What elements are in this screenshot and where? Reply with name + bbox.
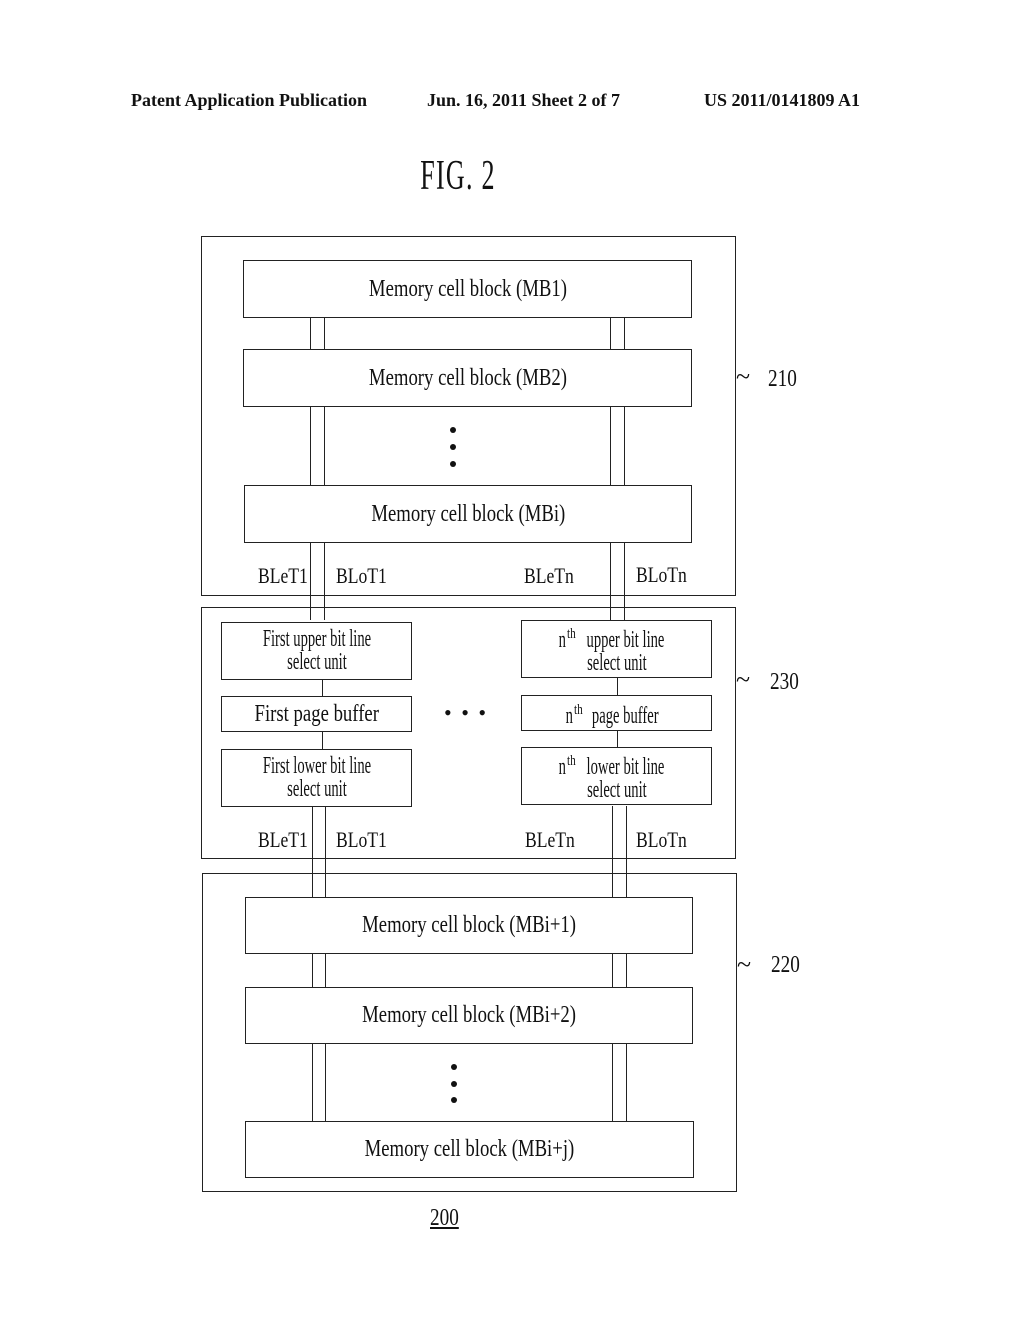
n-label: n (558, 627, 566, 653)
th-superscript: th (574, 701, 583, 718)
nth-page-buffer: nth page buffer (521, 695, 712, 731)
memory-cell-block-mb2: Memory cell block (MB2) (243, 349, 692, 407)
unit-label: nth upper bit line select unit (558, 623, 676, 675)
connector (617, 678, 618, 695)
bitline-label-bleT1: BLeT1 (258, 563, 308, 588)
figure-reference-200: 200 (430, 1205, 459, 1231)
vertical-ellipsis-dot (450, 427, 456, 433)
unit-label-line2: select unit (286, 649, 347, 675)
memory-cell-block-mbi-plus-j: Memory cell block (MBi+j) (245, 1121, 694, 1178)
n-label: n (565, 702, 574, 729)
unit-label-line2: select unit (586, 777, 647, 803)
reference-210: 210 (768, 366, 797, 392)
block-label: Memory cell block (MBi) (371, 500, 565, 527)
first-page-buffer: First page buffer (221, 696, 412, 732)
unit-label-line1: First lower bit line (262, 753, 371, 779)
bitline-label-bloTn: BLoTn (636, 562, 687, 587)
vertical-ellipsis-dot (450, 444, 456, 450)
leader-tilde: ~ (736, 362, 751, 391)
nth-lower-bit-line-select-unit: nth lower bit line select unit (521, 747, 712, 805)
vertical-ellipsis-dot (451, 1097, 457, 1103)
first-upper-bit-line-select-unit: First upper bit line select unit (221, 622, 412, 680)
connector (322, 731, 323, 749)
unit-label: First upper bit line select unit (247, 626, 386, 675)
bitline-bloT1-wire-bottom (325, 806, 326, 898)
publication-date-sheet: Jun. 16, 2011 Sheet 2 of 7 (427, 90, 621, 110)
unit-label-line1: upper bit line (586, 627, 665, 653)
unit-label-line1: First upper bit line (262, 626, 371, 652)
memory-cell-block-mbi: Memory cell block (MBi) (244, 485, 692, 543)
unit-label: First page buffer (254, 700, 379, 727)
unit-label: First lower bit line select unit (247, 753, 386, 802)
publication-label: Patent Application Publication (131, 90, 368, 110)
bitline-bleT1-wire-bottom (312, 806, 313, 898)
connector (617, 730, 618, 748)
bitline-label-bleT1: BLeT1 (258, 827, 308, 852)
bitline-label-bloT1: BLoT1 (336, 827, 387, 852)
figure-title: FIG. 2 (420, 153, 496, 199)
publication-number: US 2011/0141809 A1 (704, 90, 861, 110)
n-label: n (558, 754, 566, 780)
first-lower-bit-line-select-unit: First lower bit line select unit (221, 749, 412, 807)
block-label: Memory cell block (MBi+j) (364, 1136, 575, 1162)
block-label: Memory cell block (MBi+2) (362, 1002, 576, 1028)
memory-cell-block-mbi-plus-2: Memory cell block (MBi+2) (245, 987, 693, 1044)
bitline-label-bleTn: BLeTn (524, 563, 574, 588)
bitline-bloTn-wire-bottom (626, 806, 627, 898)
memory-cell-block-mbi-plus-1: Memory cell block (MBi+1) (245, 897, 693, 954)
vertical-ellipsis-dot (450, 461, 456, 467)
block-label: Memory cell block (MBi+1) (362, 912, 576, 938)
bitline-label-bleTn: BLeTn (525, 827, 575, 852)
unit-label-line2: select unit (286, 776, 347, 802)
vertical-ellipsis-dot (451, 1064, 457, 1070)
reference-220: 220 (771, 952, 800, 978)
horizontal-ellipsis: • • • (444, 700, 489, 725)
nth-upper-bit-line-select-unit: nth upper bit line select unit (521, 620, 712, 678)
block-label: Memory cell block (MB2) (368, 364, 567, 391)
bitline-label-bloT1: BLoT1 (336, 563, 387, 588)
buffer-label: page buffer (592, 702, 659, 729)
leader-tilde: ~ (736, 665, 751, 694)
unit-label: nth page buffer (565, 699, 669, 728)
unit-label-line1: lower bit line (586, 754, 665, 780)
leader-tilde: ~ (737, 950, 752, 979)
th-superscript: th (566, 626, 576, 642)
unit-label: nth lower bit line select unit (558, 750, 676, 802)
vertical-ellipsis-dot (451, 1081, 457, 1087)
connector (322, 679, 323, 696)
reference-230: 230 (770, 669, 799, 695)
block-label: Memory cell block (MB1) (368, 275, 567, 302)
unit-label-line2: select unit (586, 650, 647, 676)
memory-cell-block-mb1: Memory cell block (MB1) (243, 260, 692, 318)
th-superscript: th (566, 753, 576, 769)
bitline-label-bloTn: BLoTn (636, 827, 687, 852)
bitline-bleTn-wire-bottom (612, 806, 613, 898)
